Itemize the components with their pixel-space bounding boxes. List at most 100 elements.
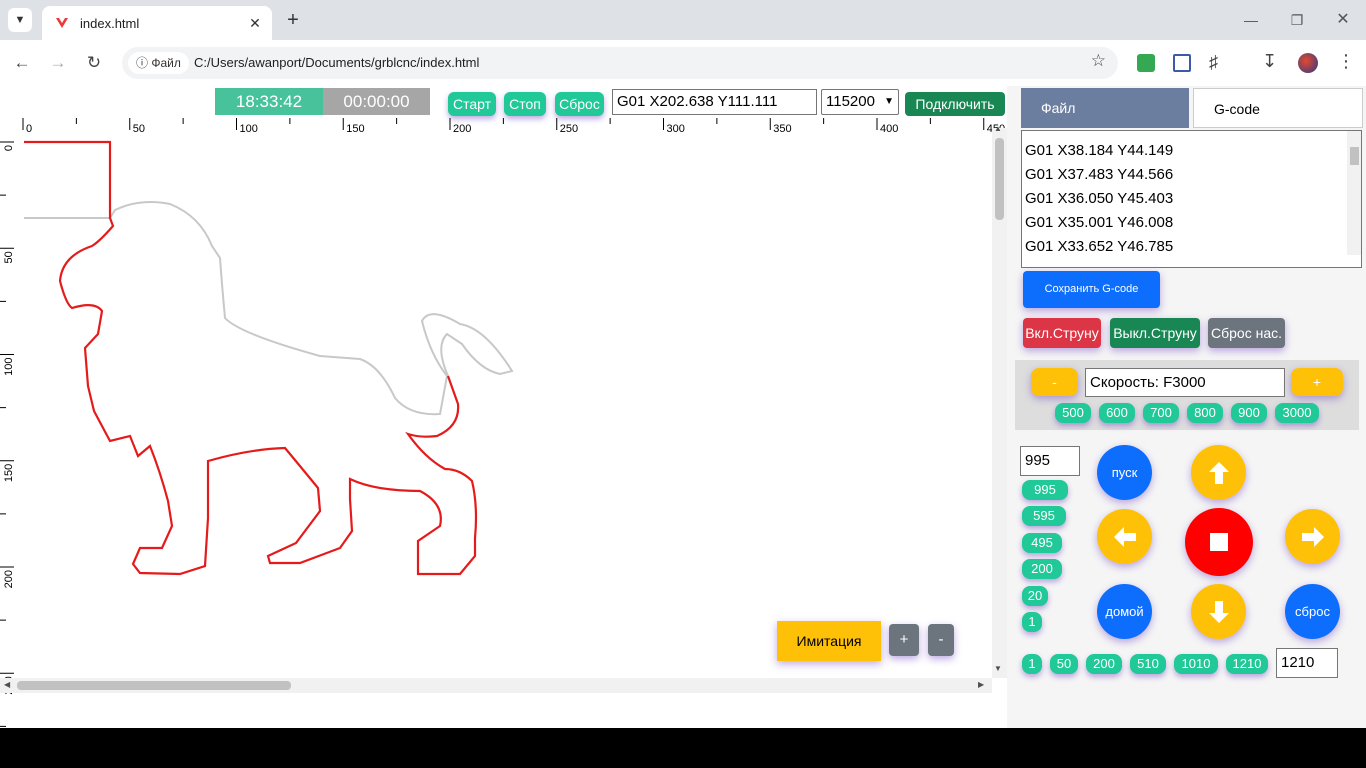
taskbar-area xyxy=(0,728,1366,768)
reset-circle-button[interactable]: сброс xyxy=(1285,584,1340,639)
horizontal-scrollbar-thumb[interactable] xyxy=(17,681,291,690)
extensions-icon[interactable]: ♯ xyxy=(1209,52,1218,73)
step-preset-button[interactable]: 995 xyxy=(1022,480,1068,500)
gcode-line: G01 X35.001 Y46.008 xyxy=(1025,214,1174,231)
tab-strip: ▼ index.html ✕ + — ❐ ✕ xyxy=(0,0,1366,40)
ruler-y-label: 0 xyxy=(3,145,15,151)
site-label: Файл xyxy=(151,56,181,70)
string-off-button[interactable]: Выкл.Струну xyxy=(1110,318,1200,348)
bottom-preset-button[interactable]: 1210 xyxy=(1226,654,1268,674)
address-bar[interactable]: ⓘ Файл C:/Users/awanport/Documents/grblc… xyxy=(122,47,1118,79)
zoom-in-button[interactable]: + xyxy=(889,624,919,656)
scroll-left-icon[interactable]: ◀ xyxy=(4,680,10,689)
bookmark-star-icon[interactable]: ☆ xyxy=(1091,51,1106,71)
jog-up-button[interactable] xyxy=(1191,445,1246,500)
reset-settings-button[interactable]: Сброс нас. xyxy=(1208,318,1285,348)
speed-minus-button[interactable]: - xyxy=(1031,368,1078,396)
back-icon[interactable]: ← xyxy=(9,50,35,76)
ruler-x-label: 50 xyxy=(133,123,145,135)
jog-left-button[interactable] xyxy=(1097,509,1152,564)
textarea-scrollbar-thumb[interactable] xyxy=(1350,147,1359,165)
new-tab-button[interactable]: + xyxy=(282,8,304,32)
canvas-area: 18:33:42 00:00:00 Старт Стоп Сброс G01 X… xyxy=(0,86,1007,728)
step-preset-button[interactable]: 1 xyxy=(1022,612,1042,632)
speed-preset-button[interactable]: 700 xyxy=(1143,403,1179,423)
string-on-button[interactable]: Вкл.Струну xyxy=(1023,318,1101,348)
browser-chrome: ▼ index.html ✕ + — ❐ ✕ ← → ↻ ♯ ↧ ⋮ ⓘ Фай… xyxy=(0,0,1366,86)
step-preset-button[interactable]: 595 xyxy=(1022,506,1066,526)
ruler-x-label: 0 xyxy=(26,123,32,135)
bottom-preset-button[interactable]: 510 xyxy=(1130,654,1166,674)
save-gcode-button[interactable]: Сохранить G-code xyxy=(1023,271,1160,308)
extension-icon-green[interactable] xyxy=(1137,54,1155,72)
speed-plus-button[interactable]: + xyxy=(1291,368,1343,396)
jog-right-button[interactable] xyxy=(1285,509,1340,564)
vertical-scrollbar-thumb[interactable] xyxy=(995,138,1004,220)
start-circle-button[interactable]: пуск xyxy=(1097,445,1152,500)
tab-search-button[interactable]: ▼ xyxy=(8,8,32,32)
forward-icon[interactable]: → xyxy=(45,50,71,76)
bottom-value-input[interactable]: 1210 xyxy=(1276,648,1338,678)
close-tab-icon[interactable]: ✕ xyxy=(246,14,264,32)
speed-input[interactable]: Скорость: F3000 xyxy=(1085,368,1285,397)
arrow-down-icon xyxy=(1208,600,1229,623)
speed-preset-button[interactable]: 500 xyxy=(1055,403,1091,423)
restore-icon[interactable]: ❐ xyxy=(1287,10,1307,30)
site-info[interactable]: ⓘ Файл xyxy=(128,52,189,74)
reload-icon[interactable]: ↻ xyxy=(81,50,107,76)
ruler-x-label: 100 xyxy=(240,123,258,135)
arrow-left-icon xyxy=(1113,526,1136,547)
scroll-right-icon[interactable]: ▶ xyxy=(978,680,984,689)
bottom-preset-button[interactable]: 50 xyxy=(1050,654,1078,674)
gcode-line: G01 X37.483 Y44.566 xyxy=(1025,166,1174,183)
ruler-x-label: 150 xyxy=(346,123,364,135)
step-preset-button[interactable]: 495 xyxy=(1022,533,1062,553)
jog-down-button[interactable] xyxy=(1191,584,1246,639)
browser-tab[interactable]: index.html ✕ xyxy=(42,6,272,40)
tab-gcode-label: G-code xyxy=(1214,101,1260,117)
tab-file-label: Файл xyxy=(1041,100,1076,116)
bottom-preset-button[interactable]: 200 xyxy=(1086,654,1122,674)
scroll-down-icon[interactable]: ▼ xyxy=(994,664,1002,673)
vertical-scrollbar[interactable] xyxy=(992,128,1007,678)
vivaldi-icon xyxy=(54,15,70,31)
simulate-button[interactable]: Имитация xyxy=(777,621,881,661)
scroll-up-icon[interactable]: ▲ xyxy=(994,124,1002,133)
tab-gcode[interactable]: G-code xyxy=(1193,88,1363,128)
gcode-line: G01 X33.652 Y46.785 xyxy=(1025,238,1174,255)
ruler-x: 050100150200250300350400450 xyxy=(22,118,1005,135)
ruler-y-label: 200 xyxy=(3,570,15,588)
save-icon[interactable] xyxy=(1173,54,1191,72)
gcode-line: G01 X36.050 Y45.403 xyxy=(1025,190,1174,207)
speed-preset-button[interactable]: 3000 xyxy=(1275,403,1319,423)
close-window-icon[interactable]: ✕ xyxy=(1333,10,1353,30)
stop-square-icon xyxy=(1210,533,1228,551)
ruler-y: 050100150200250 xyxy=(0,141,15,727)
bottom-preset-button[interactable]: 1010 xyxy=(1174,654,1218,674)
tab-file[interactable]: Файл xyxy=(1021,88,1189,128)
profile-avatar[interactable] xyxy=(1298,53,1318,73)
stop-circle-button[interactable] xyxy=(1185,508,1253,576)
gcode-line: G01 X38.184 Y44.149 xyxy=(1025,142,1174,159)
step-preset-button[interactable]: 200 xyxy=(1022,559,1062,579)
textarea-scrollbar[interactable] xyxy=(1347,131,1361,255)
minimize-icon[interactable]: — xyxy=(1241,10,1261,30)
url-text: C:/Users/awanport/Documents/grblcnc/inde… xyxy=(194,55,480,70)
speed-preset-button[interactable]: 800 xyxy=(1187,403,1223,423)
home-circle-button[interactable]: домой xyxy=(1097,584,1152,639)
step-preset-button[interactable]: 20 xyxy=(1022,586,1048,606)
speed-preset-button[interactable]: 900 xyxy=(1231,403,1267,423)
menu-icon[interactable]: ⋮ xyxy=(1337,51,1355,72)
ruler-x-label: 400 xyxy=(880,123,898,135)
arrow-up-icon xyxy=(1208,461,1229,484)
gcode-textarea[interactable]: G01 X38.184 Y44.149 G01 X37.483 Y44.566 G0… xyxy=(1021,130,1362,268)
zoom-out-button[interactable]: - xyxy=(928,624,954,656)
speed-preset-button[interactable]: 600 xyxy=(1099,403,1135,423)
step-input[interactable]: 995 xyxy=(1020,446,1080,476)
tab-title: index.html xyxy=(80,15,140,31)
control-panel: Файл G-code G01 X38.184 Y44.149 G01 X37.4… xyxy=(1007,86,1366,728)
arrow-right-icon xyxy=(1301,526,1324,547)
download-icon[interactable]: ↧ xyxy=(1262,51,1277,72)
horizontal-scrollbar[interactable]: ◀ ▶ xyxy=(0,678,992,693)
bottom-preset-button[interactable]: 1 xyxy=(1022,654,1042,674)
